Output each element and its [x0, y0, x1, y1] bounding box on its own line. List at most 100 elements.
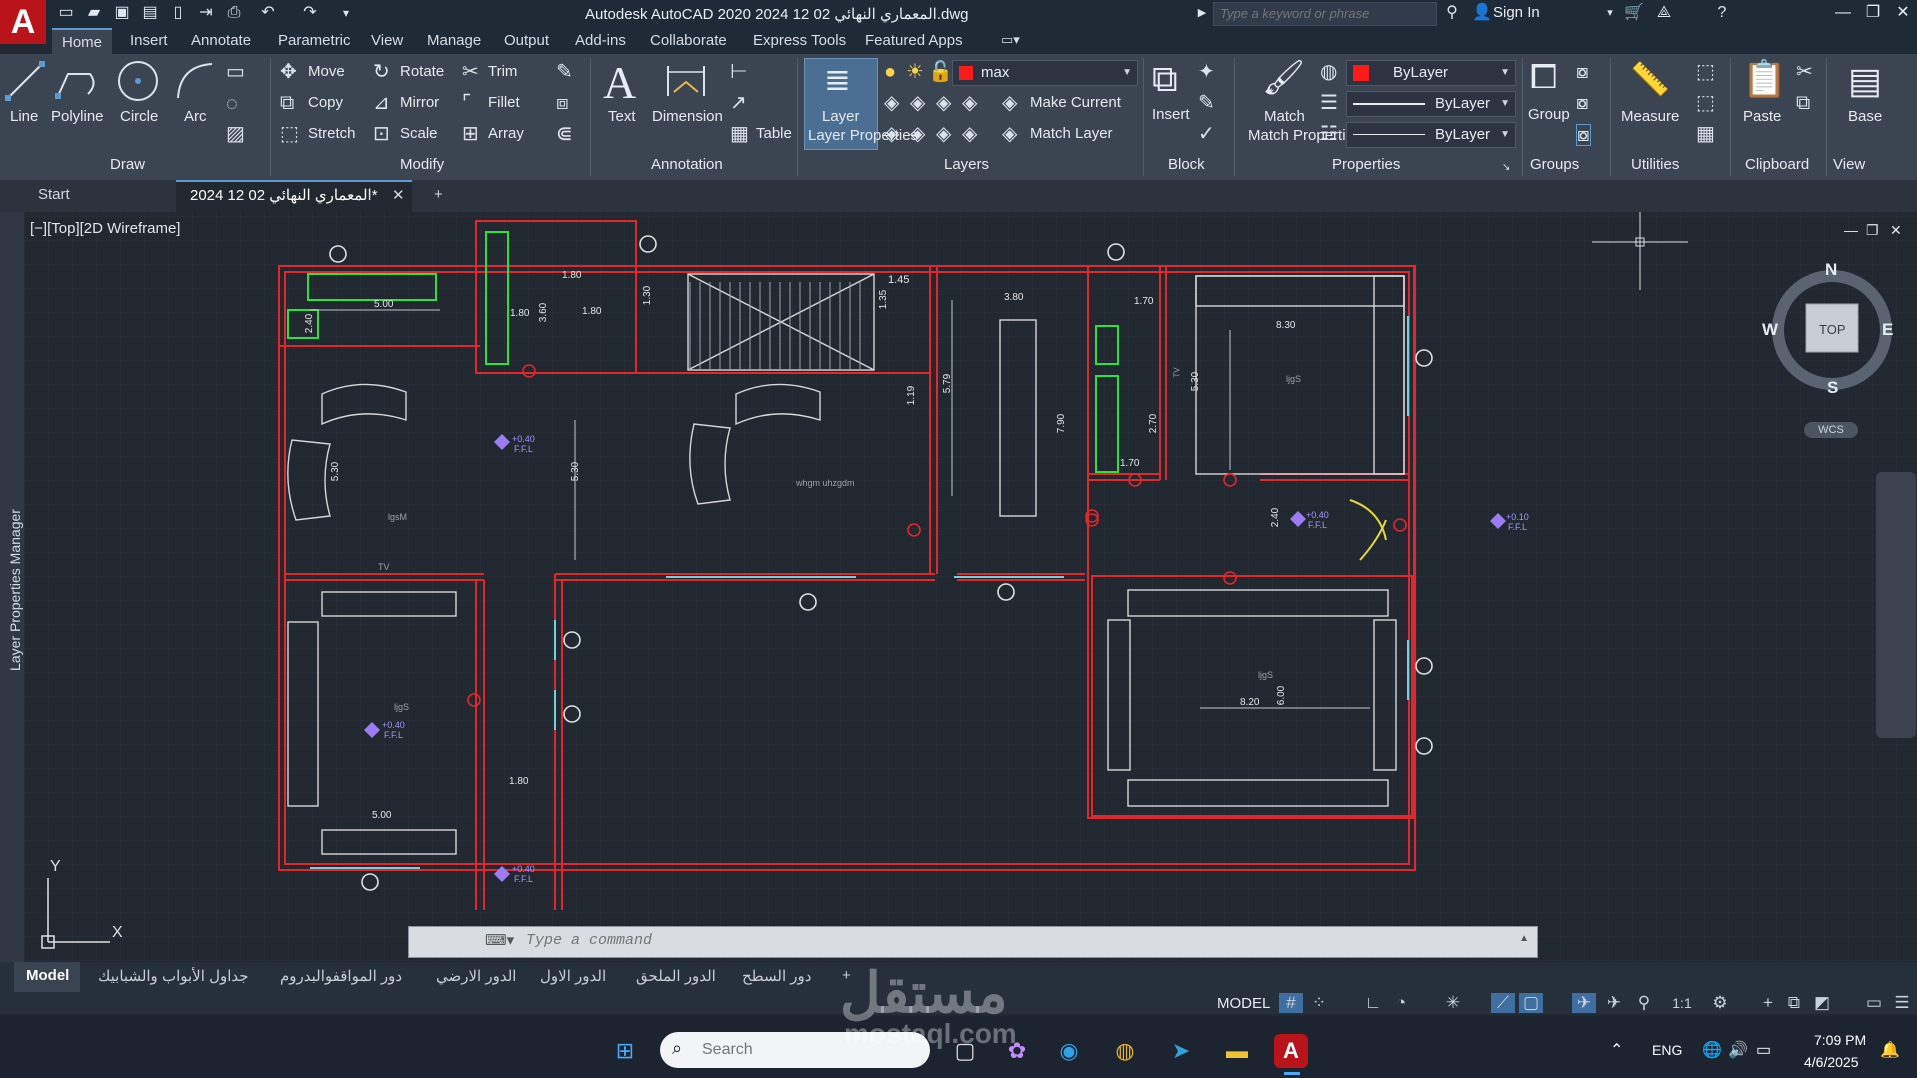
tab-layout-annex-floor[interactable]: الدور الملحق: [636, 967, 716, 985]
measure-button[interactable]: Measure: [1621, 108, 1679, 125]
clean-screen-icon[interactable]: ▭: [1862, 993, 1886, 1013]
utilities-panel-label[interactable]: Utilities: [1631, 156, 1679, 173]
base-view-icon[interactable]: ▤: [1848, 60, 1882, 102]
explode-icon[interactable]: ⧈: [556, 93, 569, 113]
viewcube-top-face[interactable]: TOP: [1819, 322, 1846, 337]
polyline-button[interactable]: Polyline: [51, 108, 104, 125]
quick-select-icon[interactable]: ⬚: [1696, 93, 1715, 113]
table-button[interactable]: Table: [756, 125, 792, 142]
group-button[interactable]: Group: [1528, 106, 1570, 123]
osnap-tracking-icon[interactable]: ✳: [1441, 993, 1465, 1013]
layer-isolate-icon[interactable]: ◈: [910, 93, 925, 113]
battery-icon[interactable]: ▭: [1756, 1040, 1771, 1060]
cart-icon[interactable]: 🛒: [1624, 3, 1644, 23]
input-language[interactable]: ENG: [1652, 1042, 1682, 1058]
select-all-icon[interactable]: ⬚: [1696, 62, 1715, 82]
clock-date[interactable]: 4/6/2025: [1804, 1054, 1859, 1070]
insert-block-icon[interactable]: ⧉: [1152, 58, 1178, 101]
polar-icon[interactable]: ◔: [1389, 993, 1413, 1013]
annotation-scale-icon[interactable]: ⚲: [1632, 993, 1656, 1013]
leader-icon[interactable]: ↗: [730, 93, 747, 113]
text-icon[interactable]: A: [603, 56, 636, 109]
redo-icon[interactable]: ↷: [300, 3, 320, 23]
mirror-button[interactable]: Mirror: [400, 94, 439, 111]
create-block-icon[interactable]: ✦: [1198, 62, 1215, 82]
tab-home[interactable]: Home: [52, 28, 113, 54]
viewport-minimize-icon[interactable]: —: [1844, 222, 1858, 238]
copy-clip-icon[interactable]: ⧉: [1796, 93, 1810, 113]
paste-button[interactable]: Paste: [1743, 108, 1781, 125]
layer-thaw-all-icon[interactable]: ◈: [910, 124, 925, 144]
auto-scale-icon[interactable]: ✈: [1602, 993, 1626, 1013]
layer-walk-icon[interactable]: ◈: [962, 124, 977, 144]
viewcube-west[interactable]: W: [1762, 320, 1778, 340]
group-selection-icon[interactable]: ⧇: [1576, 124, 1591, 146]
customize-quick-access-icon[interactable]: ▾: [336, 3, 356, 23]
group-icon[interactable]: ⧠: [1530, 58, 1557, 97]
linear-dim-icon[interactable]: ⊢: [730, 62, 747, 82]
expand-search-icon[interactable]: ▶: [1192, 3, 1212, 23]
move-button[interactable]: Move: [308, 63, 345, 80]
viewport-close-icon[interactable]: ✕: [1890, 222, 1902, 239]
color-dropdown[interactable]: ByLayer ▼: [1346, 60, 1516, 86]
open-file-icon[interactable]: ▰: [84, 3, 104, 23]
save-web-icon[interactable]: ⇥: [196, 3, 216, 23]
customize-status-icon[interactable]: ☰: [1890, 993, 1914, 1013]
erase-icon[interactable]: ✎: [556, 62, 573, 82]
tab-view[interactable]: View: [371, 32, 403, 49]
properties-panel-label[interactable]: Properties: [1332, 156, 1400, 173]
table-icon[interactable]: ▦: [730, 124, 749, 144]
tab-start[interactable]: Start: [38, 186, 70, 203]
tab-layout-ground-floor[interactable]: الدور الارضي: [436, 967, 516, 985]
layer-off-icon[interactable]: ◈: [884, 93, 899, 113]
viewcube-east[interactable]: E: [1882, 320, 1893, 340]
tab-layout-roof-floor[interactable]: دور السطح: [742, 967, 811, 985]
move-icon[interactable]: ✥: [280, 62, 297, 82]
ungroup-icon[interactable]: ⧇: [1576, 62, 1589, 82]
line-icon[interactable]: [4, 60, 46, 102]
ribbon-minimize-icon[interactable]: ▭▾: [1001, 32, 1020, 48]
tray-overflow-icon[interactable]: ⌃: [1610, 1040, 1623, 1060]
linetype-icon[interactable]: ☷: [1320, 124, 1338, 144]
save-as-icon[interactable]: ▤: [140, 3, 160, 23]
layer-lock-icon[interactable]: ◈: [962, 93, 977, 113]
tab-parametric[interactable]: Parametric: [278, 32, 351, 49]
layer-unlock-all-icon[interactable]: ◈: [936, 124, 951, 144]
volume-icon[interactable]: 🔊: [1728, 1040, 1748, 1060]
tab-output[interactable]: Output: [504, 32, 549, 49]
insert-button[interactable]: Insert: [1152, 106, 1190, 123]
block-panel-label[interactable]: Block: [1168, 156, 1205, 173]
save-icon[interactable]: ▣: [112, 3, 132, 23]
network-icon[interactable]: 🌐: [1702, 1040, 1722, 1060]
navigation-bar[interactable]: [1876, 472, 1916, 738]
mirror-icon[interactable]: ⊿: [373, 93, 390, 113]
make-current-button[interactable]: Make Current: [1030, 94, 1121, 111]
lineweight-icon[interactable]: ☰: [1320, 93, 1338, 113]
ortho-icon[interactable]: ∟: [1361, 993, 1385, 1013]
undo-icon[interactable]: ↶: [258, 3, 278, 23]
make-current-icon[interactable]: ◈: [1002, 93, 1017, 113]
plot-icon[interactable]: ⎙: [224, 3, 244, 23]
autocad-logo-icon[interactable]: A: [0, 0, 46, 44]
layers-panel-label[interactable]: Layers: [944, 156, 989, 173]
tab-collaborate[interactable]: Collaborate: [650, 32, 727, 49]
annotation-scale-value[interactable]: 1:1: [1662, 993, 1702, 1013]
layer-freeze-icon[interactable]: ◈: [936, 93, 951, 113]
draw-panel-label[interactable]: Draw: [110, 156, 145, 173]
viewcube-south[interactable]: S: [1827, 378, 1838, 398]
edit-block-icon[interactable]: ✎: [1198, 93, 1215, 113]
scale-icon[interactable]: ⊡: [373, 124, 390, 144]
close-tab-icon[interactable]: ✕: [392, 186, 405, 204]
command-expand-icon[interactable]: ▲: [1519, 933, 1529, 944]
units-icon[interactable]: ⧉: [1782, 993, 1806, 1013]
command-history-icon[interactable]: ⌨▾: [485, 931, 514, 949]
notifications-icon[interactable]: 🔔: [1880, 1040, 1900, 1060]
base-button[interactable]: Base: [1848, 108, 1882, 125]
binoculars-icon[interactable]: ⚲: [1442, 3, 1462, 23]
fillet-icon[interactable]: ⌜: [462, 93, 471, 113]
workspace-gear-icon[interactable]: ⚙: [1708, 993, 1732, 1013]
circle-button[interactable]: Circle: [120, 108, 158, 125]
tab-manage[interactable]: Manage: [427, 32, 481, 49]
tab-add-ins[interactable]: Add-ins: [575, 32, 626, 49]
restore-icon[interactable]: ❐: [1858, 2, 1888, 24]
